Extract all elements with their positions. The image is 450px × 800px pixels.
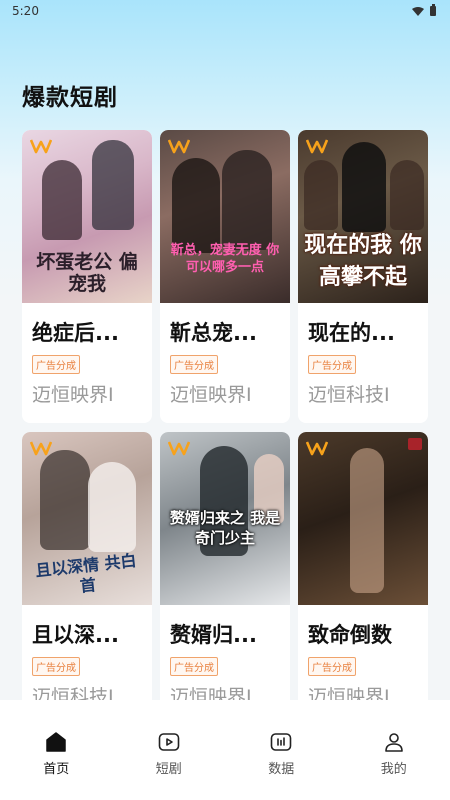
home-icon bbox=[46, 732, 66, 752]
drama-title: 且以深... bbox=[32, 623, 119, 647]
poster-title-text: 坏蛋老公 偏宠我 bbox=[36, 251, 138, 295]
drama-card[interactable]: 靳总，宠妻无度 你可以哪多一点 靳总宠... 广告分成 迈恒映界I bbox=[160, 130, 290, 423]
drama-poster[interactable]: 且以深情 共白首 bbox=[22, 432, 152, 605]
tab-drama[interactable]: 短剧 bbox=[113, 730, 225, 777]
tab-label: 数据 bbox=[268, 762, 295, 777]
user-icon bbox=[384, 733, 403, 752]
drama-poster[interactable]: 现在的我 你高攀不起 bbox=[298, 130, 428, 303]
play-icon bbox=[158, 733, 180, 751]
brand-logo-icon bbox=[306, 139, 328, 154]
tab-label: 短剧 bbox=[155, 762, 182, 777]
drama-title: 致命倒数 bbox=[308, 623, 392, 647]
status-time: 5:20 bbox=[12, 4, 39, 18]
ad-share-badge: 广告分成 bbox=[308, 355, 356, 374]
publisher-name: 迈恒映界I bbox=[170, 686, 252, 700]
drama-title: 绝症后... bbox=[32, 321, 119, 345]
tab-me[interactable]: 我的 bbox=[338, 730, 450, 777]
battery-icon bbox=[430, 4, 436, 16]
publisher-name: 迈恒映界I bbox=[32, 384, 114, 406]
drama-title: 赘婿归... bbox=[170, 623, 257, 647]
publisher-name: 迈恒映界I bbox=[308, 686, 390, 700]
tab-label: 我的 bbox=[380, 762, 407, 777]
brand-logo-icon bbox=[30, 441, 52, 456]
brand-logo-icon bbox=[306, 441, 328, 456]
drama-poster[interactable] bbox=[298, 432, 428, 605]
status-bar: 5:20 bbox=[0, 0, 450, 22]
bottom-tab-bar: 首页 短剧 数据 我的 bbox=[0, 700, 450, 800]
poster-title-text: 靳总，宠妻无度 你可以哪多一点 bbox=[170, 243, 280, 275]
brand-logo-icon bbox=[30, 139, 52, 154]
ad-share-badge: 广告分成 bbox=[308, 657, 356, 676]
publisher-name: 迈恒科技I bbox=[32, 686, 114, 700]
drama-card[interactable]: 致命倒数 广告分成 迈恒映界I bbox=[298, 432, 428, 700]
tab-home[interactable]: 首页 bbox=[0, 730, 112, 777]
drama-poster[interactable]: 赘婿归来之 我是奇门少主 bbox=[160, 432, 290, 605]
ad-share-badge: 广告分成 bbox=[32, 657, 80, 676]
drama-title: 现在的... bbox=[308, 321, 395, 345]
chart-icon bbox=[270, 733, 292, 751]
publisher-name: 迈恒映界I bbox=[170, 384, 252, 406]
drama-card[interactable]: 现在的我 你高攀不起 现在的... 广告分成 迈恒科技I bbox=[298, 130, 428, 423]
drama-card[interactable]: 且以深情 共白首 且以深... 广告分成 迈恒科技I bbox=[22, 432, 152, 700]
wifi-icon bbox=[412, 6, 424, 16]
drama-grid: 坏蛋老公 偏宠我 绝症后... 广告分成 迈恒映界I 靳总，宠妻无度 你可以哪多… bbox=[22, 130, 428, 700]
ad-share-badge: 广告分成 bbox=[170, 657, 218, 676]
drama-title: 靳总宠... bbox=[170, 321, 257, 345]
drama-card[interactable]: 赘婿归来之 我是奇门少主 赘婿归... 广告分成 迈恒映界I bbox=[160, 432, 290, 700]
brand-logo-icon bbox=[168, 139, 190, 154]
ad-share-badge: 广告分成 bbox=[170, 355, 218, 374]
poster-title-text: 赘婿归来之 我是奇门少主 bbox=[169, 509, 281, 547]
publisher-name: 迈恒科技I bbox=[308, 384, 390, 406]
ad-share-badge: 广告分成 bbox=[32, 355, 80, 374]
tab-data[interactable]: 数据 bbox=[225, 730, 337, 777]
tab-label: 首页 bbox=[43, 762, 70, 777]
section-title: 爆款短剧 bbox=[22, 85, 118, 111]
status-icons bbox=[412, 4, 436, 16]
brand-logo-icon bbox=[168, 441, 190, 456]
poster-title-text: 且以深情 共白首 bbox=[34, 550, 138, 596]
drama-poster[interactable]: 靳总，宠妻无度 你可以哪多一点 bbox=[160, 130, 290, 303]
drama-card[interactable]: 坏蛋老公 偏宠我 绝症后... 广告分成 迈恒映界I bbox=[22, 130, 152, 423]
poster-title-text: 现在的我 你高攀不起 bbox=[304, 233, 422, 290]
drama-poster[interactable]: 坏蛋老公 偏宠我 bbox=[22, 130, 152, 303]
